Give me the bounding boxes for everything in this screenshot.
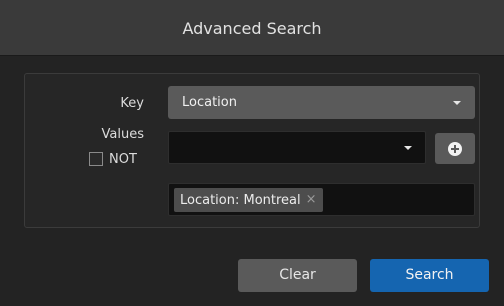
values-select[interactable] <box>168 131 426 164</box>
key-select[interactable]: Location <box>168 86 475 119</box>
clear-button[interactable]: Clear <box>238 259 357 292</box>
key-select-value: Location <box>182 95 237 110</box>
search-button[interactable]: Search <box>370 259 489 292</box>
plus-circle-icon <box>448 142 462 156</box>
add-value-button[interactable] <box>435 133 475 164</box>
chevron-down-icon <box>453 101 461 105</box>
values-label: Values <box>101 127 144 142</box>
not-checkbox[interactable] <box>89 152 103 166</box>
dialog-title: Advanced Search <box>182 19 322 38</box>
close-icon[interactable]: × <box>306 188 317 212</box>
value-tag: Location: Montreal × <box>174 188 323 212</box>
key-label: Key <box>120 96 144 111</box>
chevron-down-icon <box>404 146 412 150</box>
selected-values-box[interactable]: Location: Montreal × <box>168 183 475 216</box>
dialog-titlebar: Advanced Search <box>0 0 504 56</box>
advanced-search-dialog: Advanced Search Key Location Values NOT … <box>0 0 504 306</box>
value-tag-label: Location: Montreal <box>180 192 301 208</box>
not-label: NOT <box>109 151 137 167</box>
not-toggle[interactable]: NOT <box>89 150 137 168</box>
